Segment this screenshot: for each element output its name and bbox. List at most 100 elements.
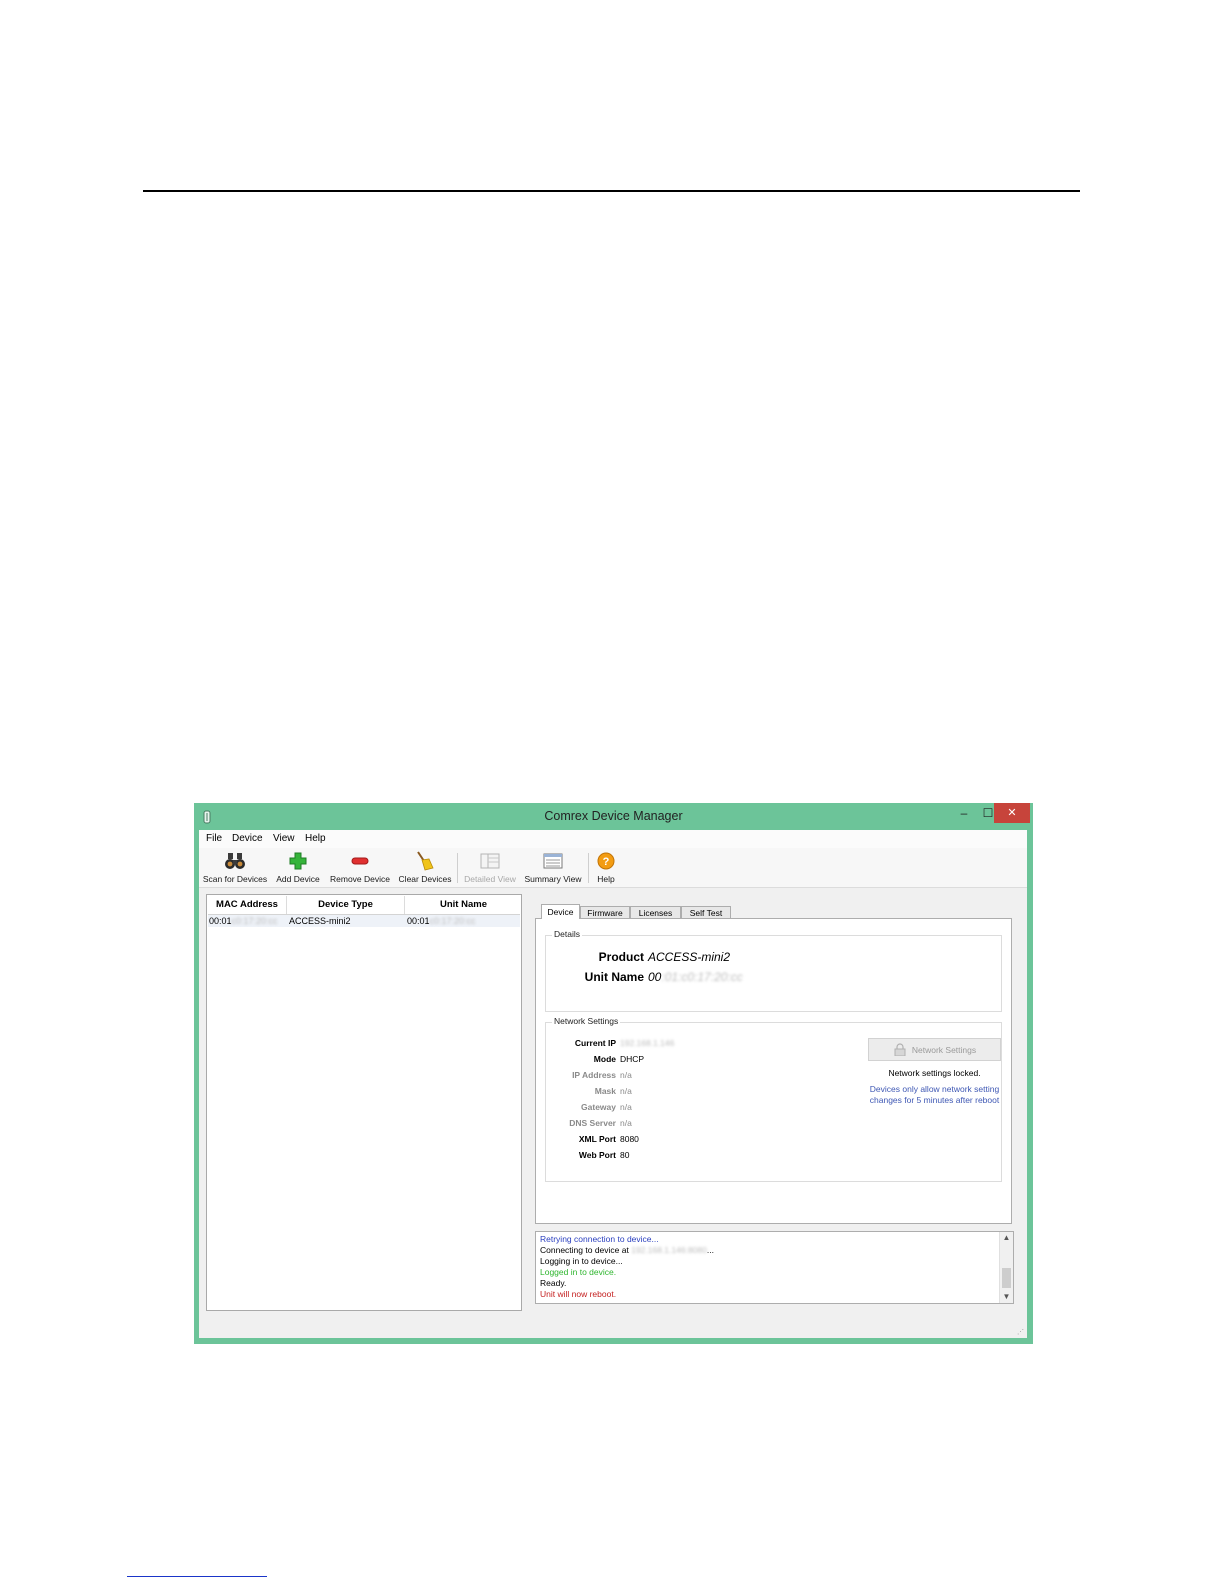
ip-address-label: IP Address (572, 1070, 616, 1080)
unit-name-label: Unit Name (584, 970, 644, 984)
network-settings-group: Network Settings Current IP 192.168.1.14… (545, 1016, 1002, 1182)
network-locked-note-line-2: changes for 5 minutes after reboot (869, 1095, 1000, 1105)
add-device-button[interactable]: Add Device (275, 851, 321, 884)
network-settings-button[interactable]: Network Settings (868, 1038, 1001, 1061)
network-locked-text: Network settings locked. (888, 1068, 981, 1078)
remove-device-button[interactable]: Remove Device (330, 851, 390, 884)
details-group: Details Product ACCESS-mini2 Unit Name 0… (545, 929, 1002, 1012)
minus-icon (351, 857, 369, 865)
product-label: Product (598, 950, 644, 964)
toolbar: Scan for Devices Add Device Remove Devic… (199, 848, 1027, 888)
device-tab-panel: Details Product ACCESS-mini2 Unit Name 0… (535, 918, 1012, 1224)
device-list-header: MAC Address Device Type Unit Name (208, 896, 520, 915)
network-locked-note: Devices only allow network setting chang… (862, 1084, 1007, 1106)
gateway-label: Gateway (581, 1102, 616, 1112)
help-icon: ? (597, 852, 615, 870)
device-list[interactable]: MAC Address Device Type Unit Name 00:01c… (206, 894, 522, 1311)
page-header-rule (143, 190, 1080, 192)
help-label: Help (597, 874, 615, 884)
scan-devices-button[interactable]: Scan for Devices (202, 851, 268, 884)
summary-view-label: Summary View (524, 874, 582, 884)
titlebar[interactable]: Comrex Device Manager – ☐ ✕ (194, 803, 1033, 831)
device-type-cell: ACCESS-mini2 (289, 916, 351, 926)
client-area: File Device View Help Scan for Devices A… (199, 830, 1027, 1338)
table-row[interactable]: 00:01c0:17:20:cc ACCESS-mini2 00:01c0:17… (208, 915, 520, 927)
summary-view-icon (543, 853, 563, 869)
scroll-down-icon[interactable]: ▼ (1000, 1291, 1013, 1303)
toolbar-separator (588, 853, 589, 883)
remove-device-label: Remove Device (330, 874, 390, 884)
tab-firmware[interactable]: Firmware (580, 906, 630, 918)
log-line-2-tail: ... (706, 1245, 714, 1255)
footer-link-underline (127, 1576, 267, 1577)
current-ip-value: 192.168.1.146 (620, 1038, 675, 1048)
detailed-view-icon (480, 853, 500, 869)
details-title: Details (552, 929, 582, 939)
clear-devices-button[interactable]: Clear Devices (398, 851, 452, 884)
toolbar-separator (457, 853, 458, 883)
web-port-value: 80 (620, 1150, 630, 1160)
scroll-up-icon[interactable]: ▲ (1000, 1232, 1013, 1244)
window-title: Comrex Device Manager (544, 809, 683, 823)
log-line-2-text: Connecting to device at (540, 1245, 629, 1255)
help-button[interactable]: ? Help (592, 851, 620, 884)
menu-view[interactable]: View (273, 833, 295, 844)
mask-value: n/a (620, 1086, 632, 1096)
column-device-type[interactable]: Device Type (287, 896, 405, 914)
log-line-4: Logged in to device. (540, 1267, 617, 1277)
minimize-button[interactable]: – (952, 803, 976, 823)
unit-name-redacted: c0:17:20:cc (429, 916, 476, 926)
resize-grip-icon[interactable]: ⋰ (1017, 1328, 1025, 1336)
xml-port-label: XML Port (578, 1134, 616, 1144)
menu-file[interactable]: File (206, 833, 222, 844)
mask-label: Mask (594, 1086, 616, 1096)
unit-name-cell: 00:01 (407, 916, 430, 926)
log-line-2-redacted: 192.168.1.146:8080 (631, 1245, 707, 1255)
add-device-label: Add Device (276, 874, 320, 884)
ip-address-value: n/a (620, 1070, 632, 1080)
unit-name-value: 00 (648, 970, 662, 984)
app-window: Comrex Device Manager – ☐ ✕ File Device … (194, 803, 1033, 1344)
detailed-view-label: Detailed View (464, 874, 516, 884)
dns-server-label: DNS Server (569, 1118, 616, 1128)
column-unit-name[interactable]: Unit Name (405, 896, 522, 914)
tab-device[interactable]: Device (541, 904, 580, 919)
product-value: ACCESS-mini2 (648, 950, 731, 964)
current-ip-label: Current IP (574, 1038, 616, 1048)
log-line-1: Retrying connection to device... (540, 1234, 659, 1244)
log-line-2: Connecting to device at 192.168.1.146:80… (540, 1245, 714, 1255)
menu-help[interactable]: Help (305, 833, 326, 844)
network-locked-note-line-1: Devices only allow network setting (869, 1084, 1000, 1094)
dns-server-value: n/a (620, 1118, 632, 1128)
svg-text:?: ? (603, 856, 610, 868)
mode-value: DHCP (620, 1054, 645, 1064)
network-settings-button-label: Network Settings (911, 1044, 977, 1055)
summary-view-button[interactable]: Summary View (524, 851, 582, 884)
detailed-view-button[interactable]: Detailed View (463, 851, 517, 884)
tab-self-test[interactable]: Self Test (681, 906, 731, 918)
web-port-label: Web Port (578, 1150, 616, 1160)
xml-port-value: 8080 (620, 1134, 639, 1144)
log-line-5: Ready. (540, 1278, 567, 1288)
mac-address-cell: 00:01 (209, 916, 232, 926)
scan-devices-label: Scan for Devices (202, 874, 268, 884)
menu-bar: File Device View Help (199, 830, 1027, 848)
scroll-thumb[interactable] (1002, 1268, 1011, 1288)
gateway-value: n/a (620, 1102, 632, 1112)
tab-licenses[interactable]: Licenses (630, 906, 681, 918)
column-mac-address[interactable]: MAC Address (208, 896, 287, 914)
close-button[interactable]: ✕ (994, 803, 1030, 823)
mode-label: Mode (593, 1054, 616, 1064)
plus-icon (289, 852, 307, 870)
binoculars-icon (225, 853, 245, 869)
log-scrollbar[interactable]: ▲ ▼ (999, 1232, 1013, 1303)
lock-icon (894, 1043, 906, 1056)
clear-devices-label: Clear Devices (398, 874, 452, 884)
menu-device[interactable]: Device (232, 833, 263, 844)
unit-name-value-redacted: :01:c0:17:20:cc (661, 970, 743, 984)
log-line-3: Logging in to device... (540, 1256, 623, 1266)
status-log[interactable]: Retrying connection to device... Connect… (535, 1231, 1014, 1304)
network-settings-title: Network Settings (552, 1016, 621, 1026)
log-line-6: Unit will now reboot. (540, 1289, 617, 1299)
broom-icon (417, 851, 434, 871)
